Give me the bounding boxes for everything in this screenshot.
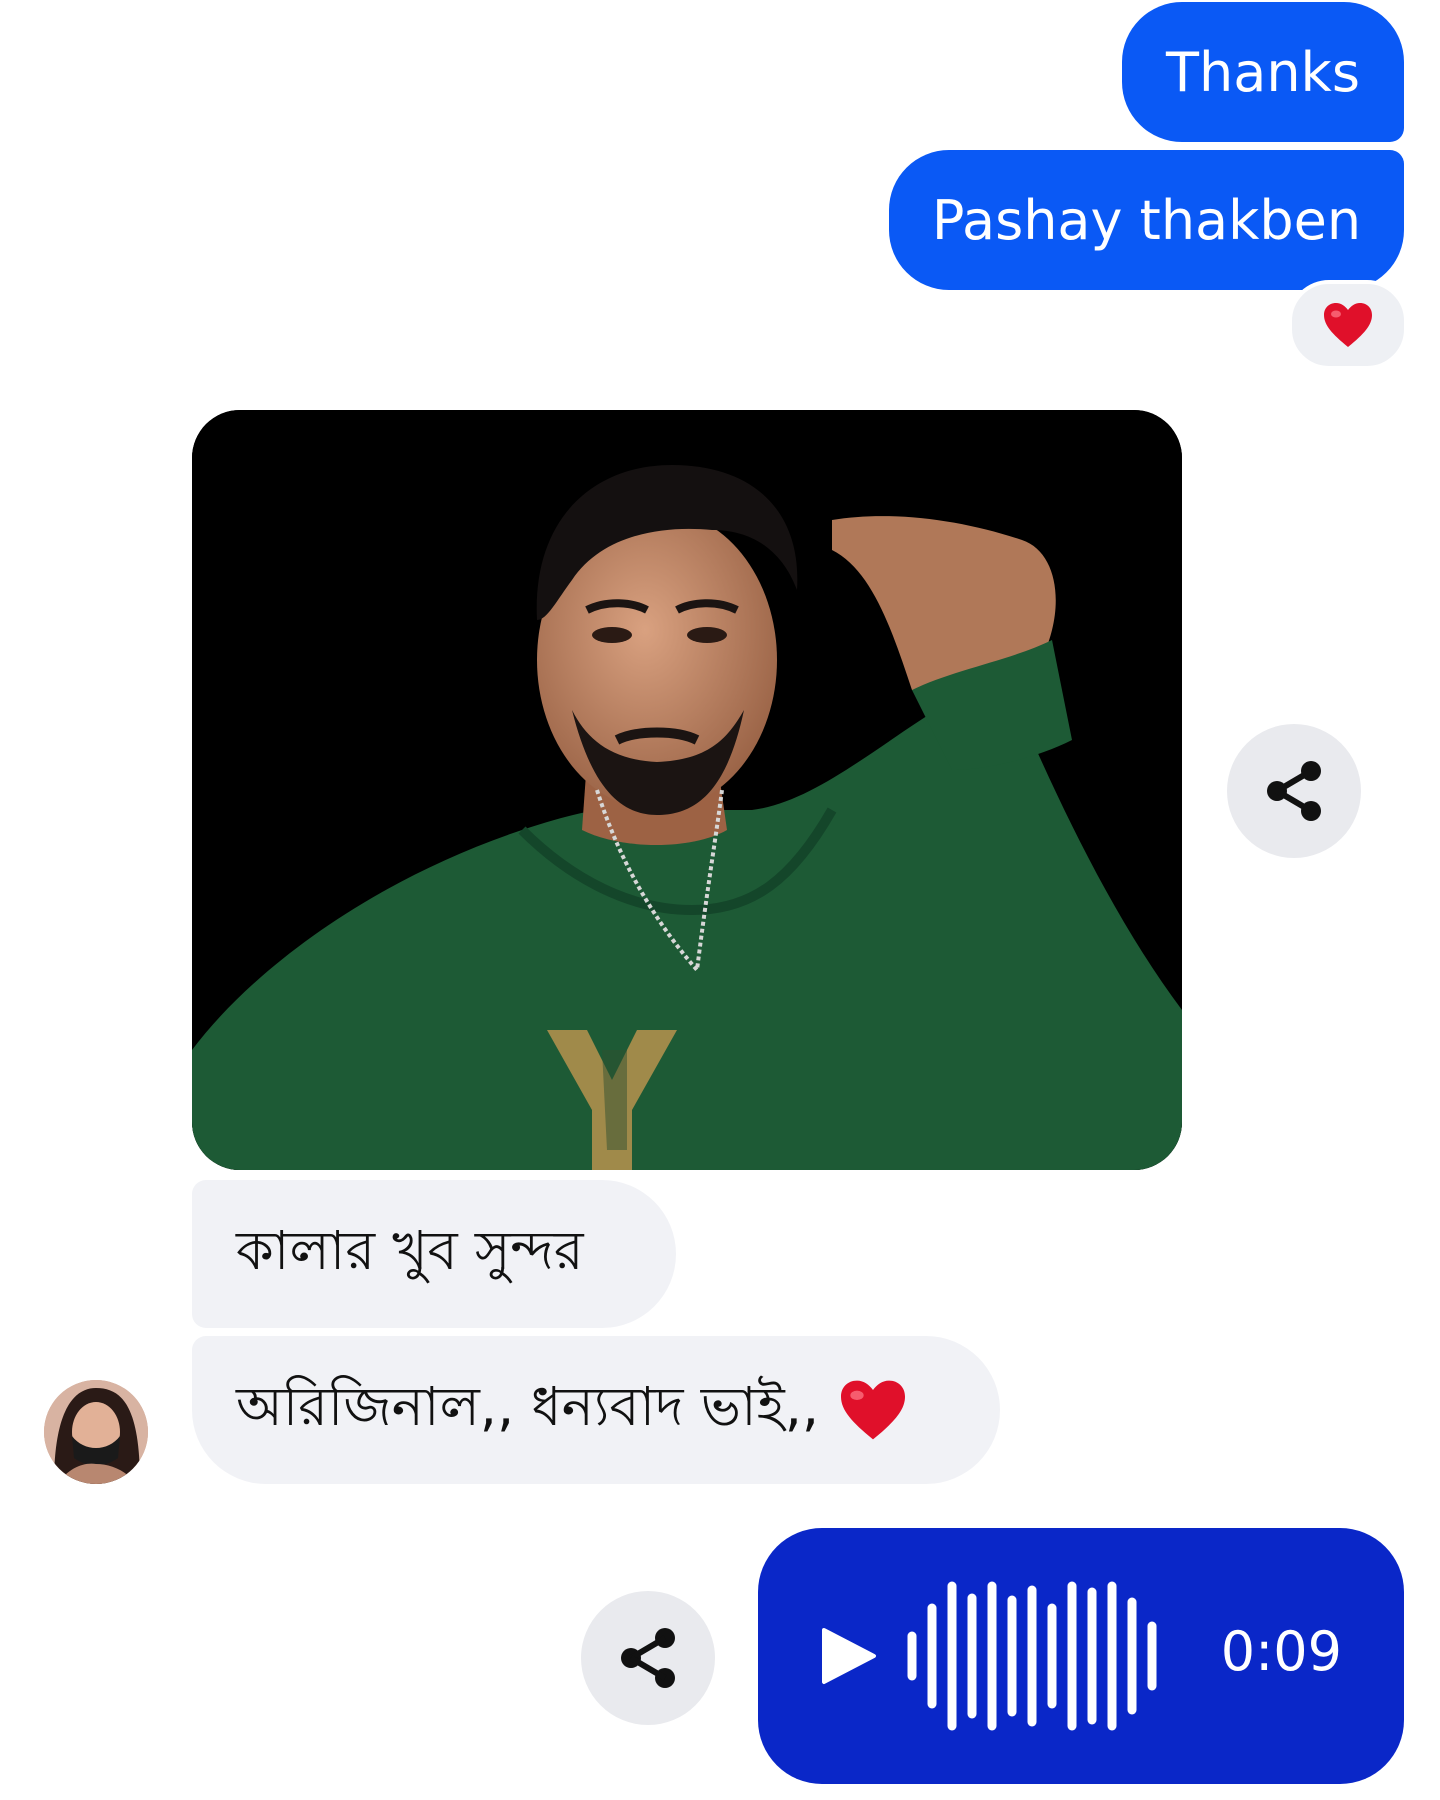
play-icon[interactable] xyxy=(818,1626,878,1686)
sender-avatar[interactable] xyxy=(44,1380,148,1484)
voice-message[interactable]: 0:09 xyxy=(758,1528,1404,1784)
message-text: কালার খুব সুন্দর xyxy=(236,1219,584,1282)
avatar-image xyxy=(44,1380,148,1484)
waveform-icon[interactable] xyxy=(906,1578,1166,1734)
outgoing-message-pashay[interactable]: Pashay thakben xyxy=(889,150,1404,290)
red-heart-icon xyxy=(837,1378,909,1442)
incoming-message-original[interactable]: অরিজিনাল,, ধন্যবাদ ভাই,, xyxy=(192,1336,1000,1484)
share-icon xyxy=(1267,761,1321,821)
person-photo xyxy=(192,410,1182,1170)
incoming-message-color[interactable]: কালার খুব সুন্দর xyxy=(192,1180,676,1328)
share-photo-button[interactable] xyxy=(1227,724,1361,858)
audio-duration: 0:09 xyxy=(1220,1620,1342,1683)
share-audio-button[interactable] xyxy=(581,1591,715,1725)
photo-message[interactable] xyxy=(192,410,1182,1170)
message-text: অরিজিনাল,, ধন্যবাদ ভাই,, xyxy=(236,1375,820,1438)
share-icon xyxy=(621,1628,675,1688)
message-text: Pashay thakben xyxy=(931,188,1362,252)
outgoing-message-thanks[interactable]: Thanks xyxy=(1122,2,1404,142)
message-text: Thanks xyxy=(1166,40,1360,104)
red-heart-icon xyxy=(1324,303,1372,347)
heart-reaction[interactable] xyxy=(1288,280,1408,370)
